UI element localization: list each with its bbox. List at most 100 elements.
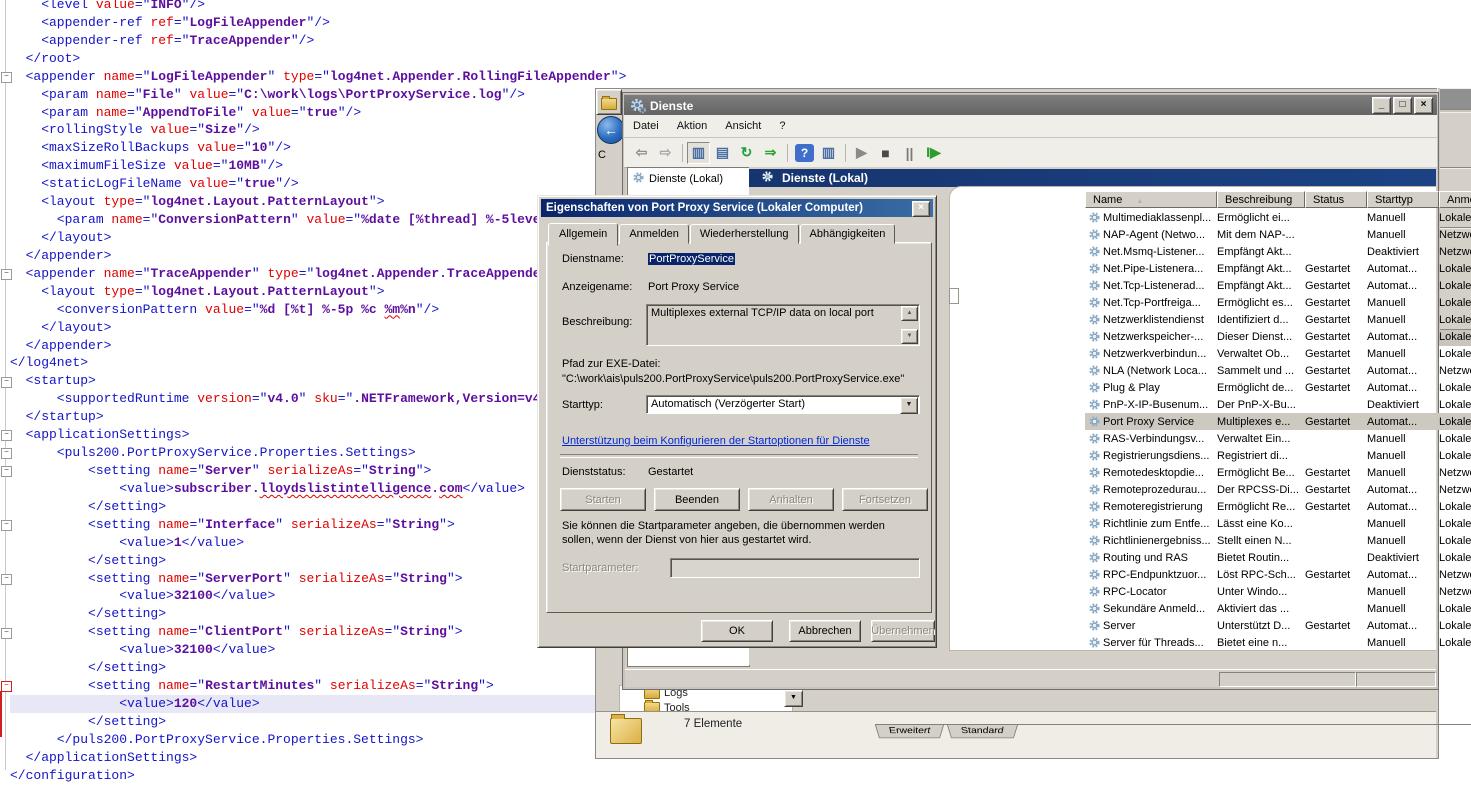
code-line[interactable]: <level value="INFO"/> xyxy=(10,0,660,14)
code-line[interactable]: <appender name="LogFileAppender" type="l… xyxy=(10,68,660,86)
code-line[interactable]: </setting> xyxy=(10,659,660,677)
menu-item-[interactable]: ? xyxy=(770,117,794,135)
show-console-tree-icon[interactable]: ▥ xyxy=(687,142,710,164)
close-button[interactable]: × xyxy=(1414,97,1433,114)
code-line[interactable]: <appender-ref ref="TraceAppender"/> xyxy=(10,32,660,50)
code-line[interactable]: </applicationSettings> xyxy=(10,749,660,767)
fold-marker-icon[interactable]: − xyxy=(1,72,12,83)
menu-item-datei[interactable]: Datei xyxy=(624,117,668,135)
table-row[interactable]: Routing und RASBietet Routin...Deaktivie… xyxy=(1085,549,1471,566)
column-header-beschreibung[interactable]: Beschreibung xyxy=(1217,191,1305,208)
resume-service-icon[interactable]: I▶ xyxy=(922,142,945,164)
back-icon[interactable]: ⇦ xyxy=(630,142,653,164)
code-line[interactable]: <staticLogFileName value="true"/> xyxy=(10,175,660,193)
table-row[interactable]: Net.Pipe-Listenera...Empfängt Akt...Gest… xyxy=(1085,260,1471,277)
table-row[interactable]: Port Proxy ServiceMultiplexes e...Gestar… xyxy=(1085,413,1471,430)
menu-item-aktion[interactable]: Aktion xyxy=(668,117,717,135)
beenden-button[interactable]: Beenden xyxy=(654,488,740,511)
fold-marker-icon[interactable]: − xyxy=(1,448,12,459)
table-row[interactable]: Multimediaklassenpl...Ermöglicht ei...Ma… xyxy=(1085,209,1471,226)
column-header-anmeldenals[interactable]: Anmelden als xyxy=(1439,191,1471,208)
fold-marker-icon[interactable]: − xyxy=(1,269,12,280)
export-list-icon[interactable]: ⇒ xyxy=(759,142,782,164)
table-row[interactable]: Richtlinie zum Entfe...Lässt eine Ko...M… xyxy=(1085,515,1471,532)
table-row[interactable]: Sekundäre Anmeld...Aktiviert das ...Manu… xyxy=(1085,600,1471,617)
dienstname-value[interactable]: PortProxyService xyxy=(648,253,735,265)
fold-marker-icon[interactable]: − xyxy=(1,681,12,692)
code-line[interactable]: <maximumFileSize value="10MB"/> xyxy=(10,157,660,175)
table-row[interactable]: RemoteregistrierungErmöglicht Re...Gesta… xyxy=(1085,498,1471,515)
tab-allgemein[interactable]: Allgemein xyxy=(548,223,618,246)
stop-service-icon[interactable]: ■ xyxy=(874,142,897,164)
table-row[interactable]: Net.Msmq-Listener...Empfängt Akt...Deakt… xyxy=(1085,243,1471,260)
column-header-name[interactable]: Name▲ xyxy=(1085,191,1217,208)
properties-icon[interactable]: ▤ xyxy=(711,142,734,164)
refresh-icon[interactable]: ↻ xyxy=(735,142,758,164)
tab-wiederherstellung[interactable]: Wiederherstellung xyxy=(690,224,799,244)
ok-button[interactable]: OK xyxy=(701,620,773,642)
table-row[interactable]: Plug & PlayErmöglicht de...GestartetAuto… xyxy=(1085,379,1471,396)
window-titlebar[interactable]: Dienste _□× xyxy=(624,94,1437,116)
fold-marker-icon[interactable]: − xyxy=(1,520,12,531)
tab-erweitert[interactable]: Erweitert xyxy=(875,725,944,738)
table-row[interactable]: Net.Tcp-Portfreiga...Ermöglicht es...Ges… xyxy=(1085,294,1471,311)
fold-marker-icon[interactable]: − xyxy=(1,628,12,639)
table-row[interactable]: ServerUnterstützt D...GestartetAutomat..… xyxy=(1085,617,1471,634)
scroll-down-button[interactable]: ▼ xyxy=(901,329,918,344)
table-row[interactable]: Remotedesktopdie...Ermöglicht Be...Gesta… xyxy=(1085,464,1471,481)
dropdown-button[interactable]: ▼ xyxy=(784,690,803,707)
chevron-down-icon[interactable]: ▼ xyxy=(900,397,918,414)
help-icon[interactable]: ? xyxy=(795,144,814,162)
menu-item-ansicht[interactable]: Ansicht xyxy=(716,117,770,135)
code-line[interactable]: <value>120</value> xyxy=(10,695,660,713)
minimize-button[interactable]: _ xyxy=(1372,97,1391,114)
action-pane-icon[interactable]: ▥ xyxy=(817,142,840,164)
table-row[interactable]: RAS-Verbindungsv...Verwaltet Ein...Manue… xyxy=(1085,430,1471,447)
table-row[interactable]: PnP-X-IP-Busenum...Der PnP-X-Bu...Deakti… xyxy=(1085,396,1471,413)
code-line[interactable]: <rollingStyle value="Size"/> xyxy=(10,121,660,139)
table-row[interactable]: Remoteprozedurau...Der RPCSS-Di...Gestar… xyxy=(1085,481,1471,498)
code-line[interactable]: <param name="AppendToFile" value="true"/… xyxy=(10,104,660,122)
beschreibung-field[interactable]: Multiplexes external TCP/IP data on loca… xyxy=(646,304,920,346)
abbrechen-button[interactable]: Abbrechen xyxy=(789,620,861,642)
startparameter-input[interactable] xyxy=(670,558,920,578)
scroll-up-button[interactable]: ▲ xyxy=(901,306,918,321)
table-row[interactable]: RPC-LocatorUnter Windo...ManuellNetzwerk… xyxy=(1085,583,1471,600)
code-line[interactable]: </root> xyxy=(10,50,660,68)
starttyp-dropdown[interactable]: Automatisch (Verzögerter Start) ▼ xyxy=(646,395,920,414)
table-row[interactable]: Richtlinienergebniss...Stellt einen N...… xyxy=(1085,532,1471,549)
properties-dialog[interactable]: Eigenschaften von Port Proxy Service (Lo… xyxy=(537,195,937,648)
code-line[interactable]: </setting> xyxy=(10,713,660,731)
code-line[interactable]: </configuration> xyxy=(10,767,660,785)
start-service-icon[interactable]: ▶ xyxy=(850,142,873,164)
table-row[interactable]: Netzwerkspeicher-...Dieser Dienst...Gest… xyxy=(1085,328,1471,345)
column-header-status[interactable]: Status xyxy=(1305,191,1367,208)
forward-icon[interactable]: ⇨ xyxy=(654,142,677,164)
maximize-button[interactable]: □ xyxy=(1393,97,1412,114)
table-row[interactable]: NetzwerklistendienstIdentifiziert d...Ge… xyxy=(1085,311,1471,328)
fold-marker-icon[interactable]: − xyxy=(1,574,12,585)
fold-marker-icon[interactable]: − xyxy=(1,466,12,477)
code-line[interactable]: <setting name="RestartMinutes" serialize… xyxy=(10,677,660,695)
table-row[interactable]: RPC-Endpunktzuor...Löst RPC-Sch...Gestar… xyxy=(1085,566,1471,583)
dialog-titlebar[interactable]: Eigenschaften von Port Proxy Service (Lo… xyxy=(541,199,933,217)
table-row[interactable]: NLA (Network Loca...Sammelt und ...Gesta… xyxy=(1085,362,1471,379)
code-line[interactable]: </puls200.PortProxyService.Properties.Se… xyxy=(10,731,660,749)
column-header-starttyp[interactable]: Starttyp xyxy=(1367,191,1439,208)
pause-service-icon[interactable]: || xyxy=(898,142,921,164)
tab-anmelden[interactable]: Anmelden xyxy=(619,224,689,244)
tab-standard[interactable]: Standard xyxy=(947,725,1018,738)
fold-marker-icon[interactable]: − xyxy=(1,377,12,388)
table-row[interactable]: Registrierungsdiens...Registriert di...M… xyxy=(1085,447,1471,464)
code-line[interactable]: <param name="File" value="C:\work\logs\P… xyxy=(10,86,660,104)
startoptionen-help-link[interactable]: Unterstützung beim Konfigurieren der Sta… xyxy=(562,435,870,447)
table-row[interactable]: NAP-Agent (Netwo...Mit dem NAP-...Manuel… xyxy=(1085,226,1471,243)
tree-item-dienste-lokal[interactable]: Dienste (Lokal) xyxy=(628,168,749,189)
close-button[interactable]: × xyxy=(912,201,930,217)
table-row[interactable]: Server für Threads...Bietet eine n...Man… xyxy=(1085,634,1471,651)
table-row[interactable]: Netzwerkverbindun...Verwaltet Ob...Gesta… xyxy=(1085,345,1471,362)
table-row[interactable]: Net.Tcp-Listenerad...Empfängt Akt...Gest… xyxy=(1085,277,1471,294)
fold-marker-icon[interactable]: − xyxy=(1,430,12,441)
back-button[interactable]: ← xyxy=(597,116,625,144)
code-line[interactable]: <appender-ref ref="LogFileAppender"/> xyxy=(10,14,660,32)
